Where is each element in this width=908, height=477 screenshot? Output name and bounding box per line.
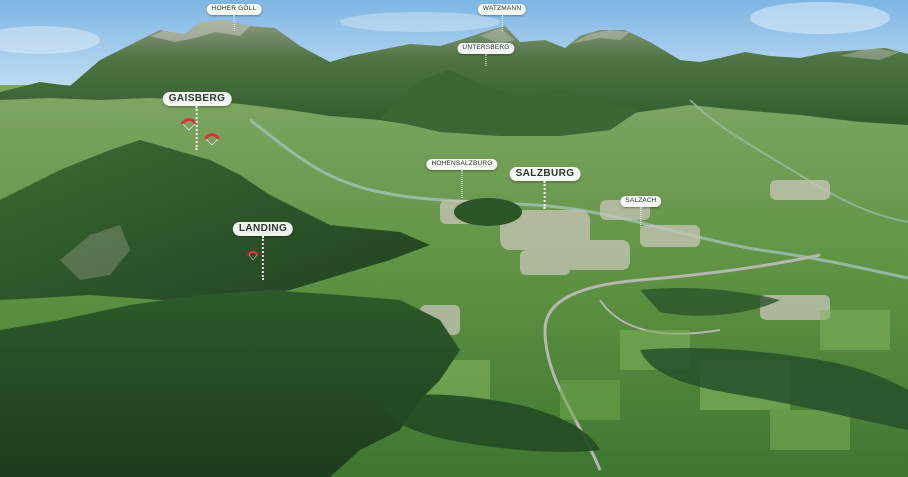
label-hoher-goell[interactable]: HOHER GÖLL [206,4,262,31]
label-stem [233,14,235,31]
label-stem [501,14,503,31]
label-gaisberg-text: GAISBERG [162,92,232,106]
cloud [340,12,500,32]
terrain-3d-view[interactable] [0,0,908,477]
label-salzburg[interactable]: SALZBURG [509,167,581,209]
label-salzach-text: SALZACH [620,196,662,207]
label-salzach[interactable]: SALZACH [620,196,662,227]
label-untersberg[interactable]: UNTERSBERG [457,43,515,66]
label-hoher-goell-text: HOHER GÖLL [206,4,262,15]
label-stem [543,181,546,209]
label-watzmann[interactable]: WATZMANN [477,4,527,31]
label-hohensalzburg[interactable]: HOHENSALZBURG [426,159,498,198]
label-gaisberg[interactable]: GAISBERG [162,92,232,150]
label-landing-text: LANDING [232,222,294,236]
map-view[interactable]: HOHER GÖLL WATZMANN UNTERSBERG GAISBERG … [0,0,908,477]
label-stem [195,106,198,150]
label-stem [461,169,463,198]
label-stem [640,206,642,227]
label-salzburg-text: SALZBURG [509,167,581,181]
label-untersberg-text: UNTERSBERG [457,43,515,54]
label-landing[interactable]: LANDING [232,222,294,280]
label-watzmann-text: WATZMANN [477,4,527,15]
label-hohensalzburg-text: HOHENSALZBURG [426,159,498,170]
label-stem [485,53,487,66]
cloud [750,2,890,34]
label-stem [261,236,264,280]
